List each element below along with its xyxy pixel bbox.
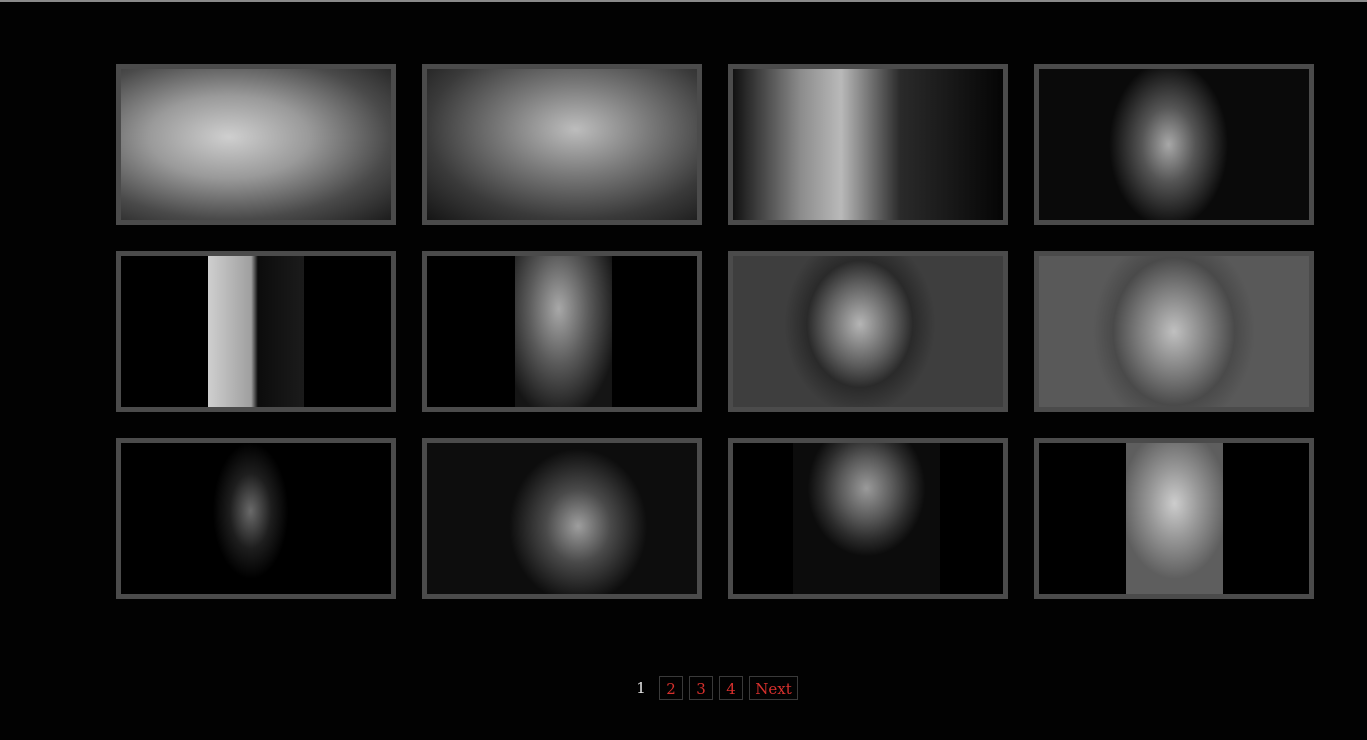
pagination-page-3[interactable]: 3 [689, 676, 713, 700]
pagination-next-button[interactable]: Next [749, 676, 798, 700]
gallery-thumb-8[interactable] [1034, 251, 1314, 412]
portrait-image [427, 443, 697, 594]
gallery-thumb-10[interactable] [422, 438, 702, 599]
gallery-thumb-4[interactable] [1034, 64, 1314, 225]
gallery-thumb-2[interactable] [422, 64, 702, 225]
gallery-thumb-6[interactable] [422, 251, 702, 412]
portrait-image [427, 69, 697, 220]
gallery-thumb-9[interactable] [116, 438, 396, 599]
photo-gallery [0, 0, 1367, 620]
gallery-thumb-3[interactable] [728, 64, 1008, 225]
pagination-current-page: 1 [636, 679, 646, 697]
portrait-image [793, 443, 940, 594]
gallery-thumb-11[interactable] [728, 438, 1008, 599]
portrait-image [121, 443, 391, 594]
portrait-image [1126, 443, 1223, 594]
portrait-image [121, 69, 391, 220]
gallery-thumb-1[interactable] [116, 64, 396, 225]
gallery-thumb-7[interactable] [728, 251, 1008, 412]
pagination-page-4[interactable]: 4 [719, 676, 743, 700]
gallery-thumb-5[interactable] [116, 251, 396, 412]
portrait-image [1039, 69, 1309, 220]
pagination: 1 2 3 4 Next [0, 676, 1367, 704]
portrait-image [208, 256, 304, 407]
gallery-thumb-12[interactable] [1034, 438, 1314, 599]
portrait-image [1039, 256, 1309, 407]
portrait-image [733, 256, 1003, 407]
portrait-image [515, 256, 612, 407]
pagination-page-2[interactable]: 2 [659, 676, 683, 700]
portrait-image [733, 69, 1003, 220]
